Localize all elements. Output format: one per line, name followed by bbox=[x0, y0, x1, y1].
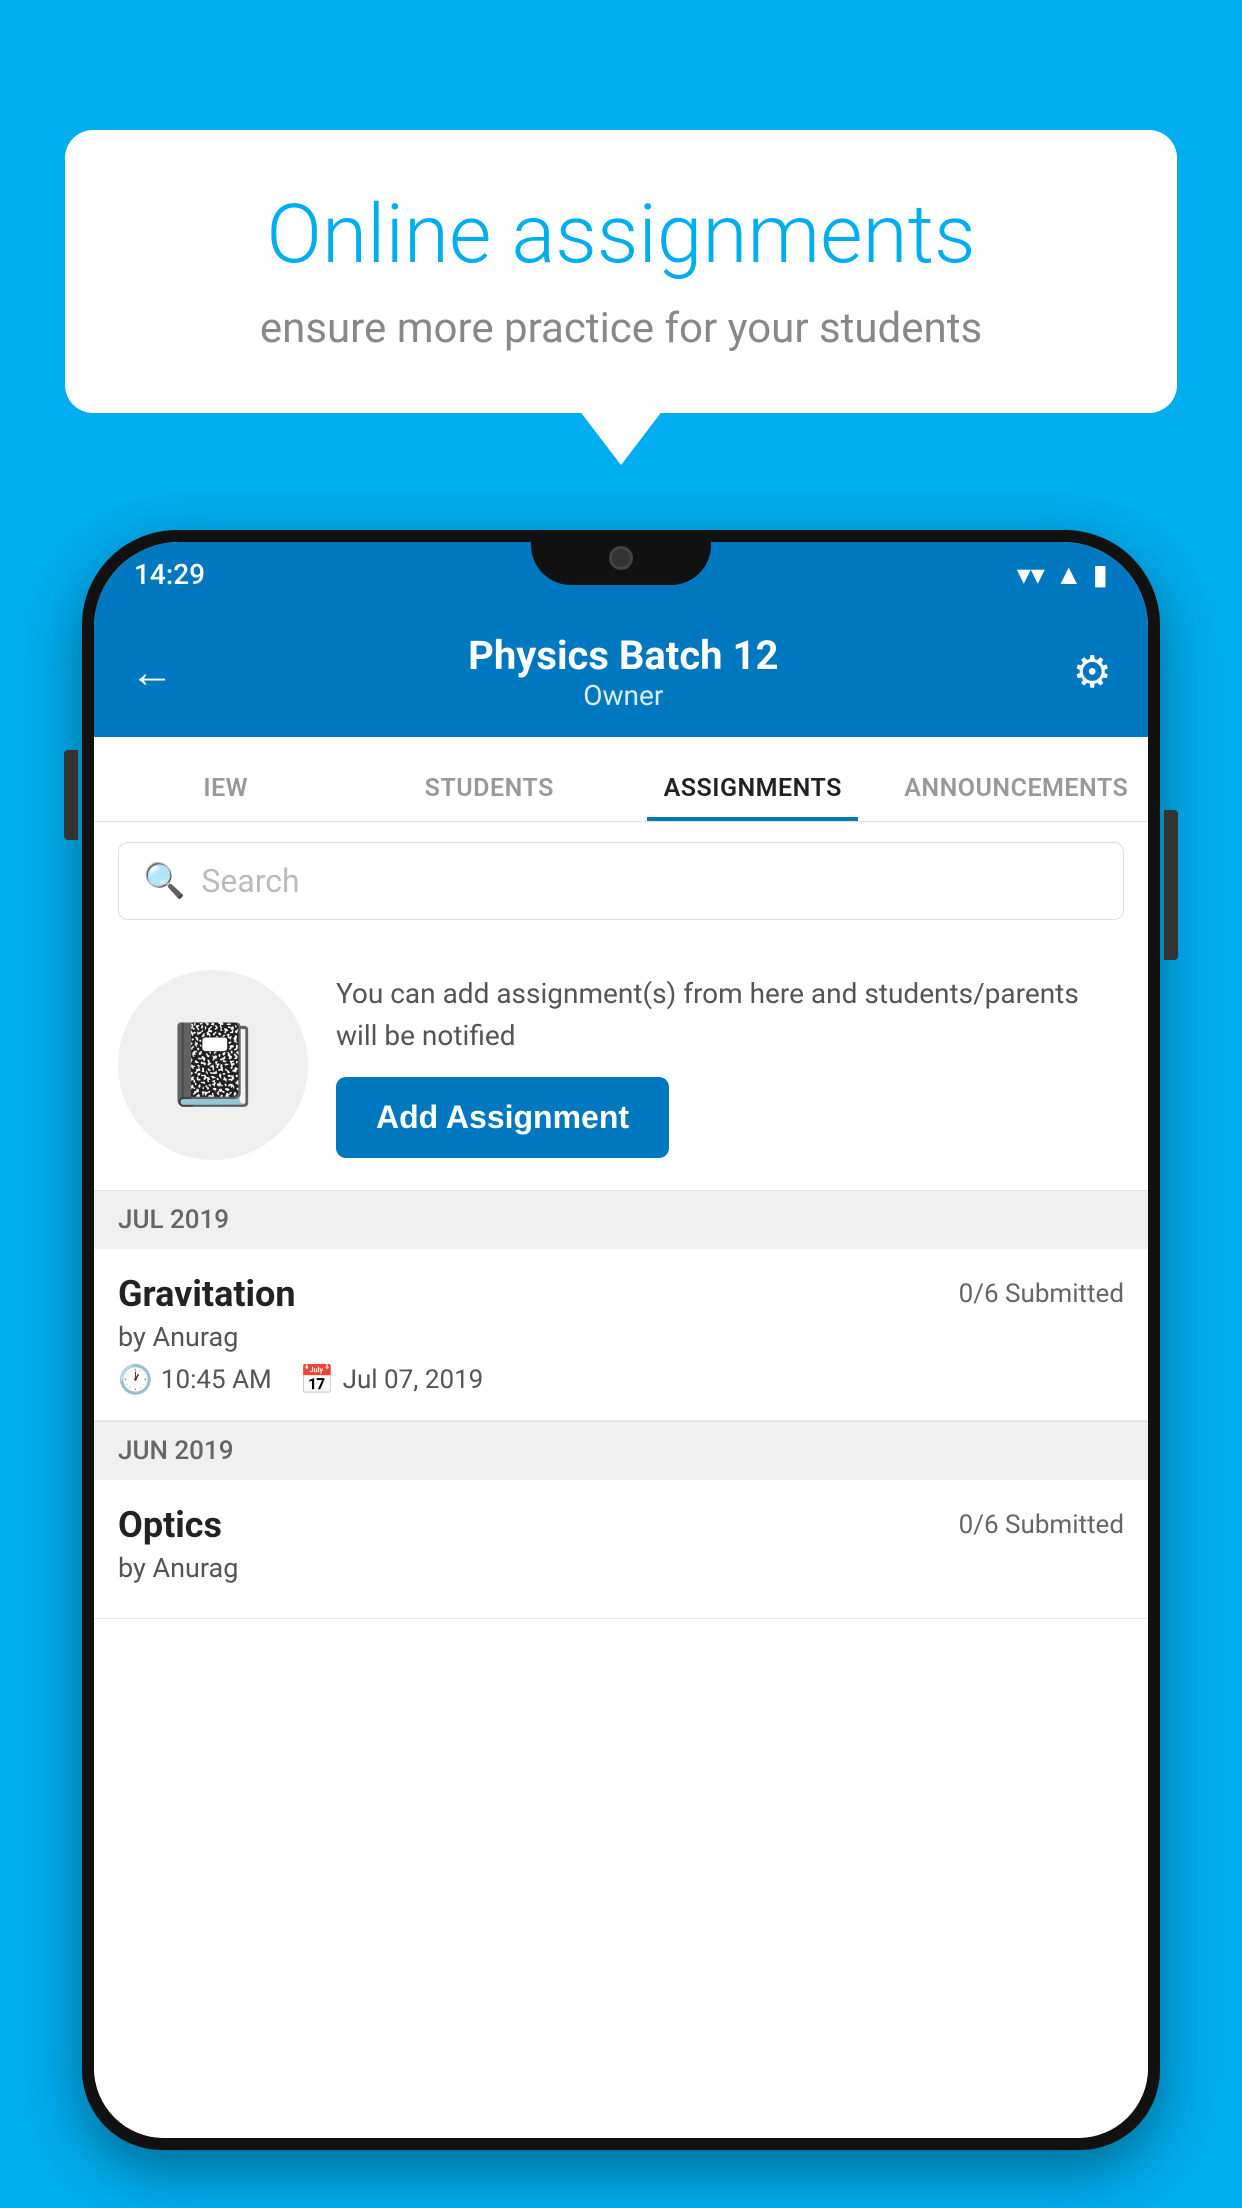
back-button[interactable]: ← bbox=[130, 646, 174, 698]
assignment-time: 🕐 10:45 AM bbox=[118, 1363, 272, 1396]
notebook-icon: 📓 bbox=[163, 1018, 263, 1112]
notch bbox=[531, 530, 711, 585]
search-bar[interactable]: 🔍 Search bbox=[118, 842, 1124, 920]
assignment-promo: 📓 You can add assignment(s) from here an… bbox=[94, 940, 1148, 1190]
assignment-name: Gravitation bbox=[118, 1273, 296, 1315]
phone-frame: 14:29 ▾▾ ▲ ▮ ← Physics Batch 12 Owner ⚙ bbox=[82, 530, 1160, 2150]
assignment-item-optics[interactable]: Optics 0/6 Submitted by Anurag bbox=[94, 1480, 1148, 1619]
tab-students[interactable]: STUDENTS bbox=[358, 774, 622, 821]
speech-bubble: Online assignments ensure more practice … bbox=[65, 130, 1177, 413]
promo-description: You can add assignment(s) from here and … bbox=[336, 973, 1124, 1057]
header-title-container: Physics Batch 12 Owner bbox=[174, 632, 1073, 712]
speech-bubble-subtitle: ensure more practice for your students bbox=[135, 304, 1107, 353]
search-placeholder: Search bbox=[201, 862, 299, 900]
assignment-row1: Gravitation 0/6 Submitted bbox=[118, 1273, 1124, 1315]
assignment-by: by Anurag bbox=[118, 1321, 1124, 1353]
assignment-item-gravitation[interactable]: Gravitation 0/6 Submitted by Anurag 🕐 10… bbox=[94, 1249, 1148, 1421]
phone-screen: 14:29 ▾▾ ▲ ▮ ← Physics Batch 12 Owner ⚙ bbox=[94, 542, 1148, 2138]
assignment-submitted-optics: 0/6 Submitted bbox=[959, 1510, 1124, 1540]
assignment-by-optics: by Anurag bbox=[118, 1552, 1124, 1584]
promo-text-container: You can add assignment(s) from here and … bbox=[336, 973, 1124, 1158]
search-container: 🔍 Search bbox=[94, 822, 1148, 940]
signal-icon: ▲ bbox=[1055, 558, 1083, 591]
assignment-meta: 🕐 10:45 AM 📅 Jul 07, 2019 bbox=[118, 1363, 1124, 1396]
promo-icon-circle: 📓 bbox=[118, 970, 308, 1160]
tab-announcements[interactable]: ANNOUNCEMENTS bbox=[885, 774, 1149, 821]
app-header: ← Physics Batch 12 Owner ⚙ bbox=[94, 607, 1148, 737]
content-area: 🔍 Search 📓 You can add assignment(s) fro… bbox=[94, 822, 1148, 2138]
tab-iew[interactable]: IEW bbox=[94, 774, 358, 821]
assignment-row1-optics: Optics 0/6 Submitted bbox=[118, 1504, 1124, 1546]
status-icons: ▾▾ ▲ ▮ bbox=[1017, 558, 1108, 591]
section-header-jun: JUN 2019 bbox=[94, 1421, 1148, 1480]
section-header-jul: JUL 2019 bbox=[94, 1190, 1148, 1249]
search-icon: 🔍 bbox=[143, 861, 185, 901]
clock-icon: 🕐 bbox=[118, 1363, 153, 1396]
assignment-name-optics: Optics bbox=[118, 1504, 222, 1546]
assignment-submitted: 0/6 Submitted bbox=[959, 1279, 1124, 1309]
owner-label: Owner bbox=[174, 679, 1073, 712]
camera bbox=[609, 546, 633, 570]
calendar-icon: 📅 bbox=[300, 1363, 335, 1396]
phone-container: 14:29 ▾▾ ▲ ▮ ← Physics Batch 12 Owner ⚙ bbox=[82, 530, 1160, 2208]
tabs-bar: IEW STUDENTS ASSIGNMENTS ANNOUNCEMENTS bbox=[94, 737, 1148, 822]
battery-icon: ▮ bbox=[1093, 558, 1108, 591]
status-time: 14:29 bbox=[134, 558, 205, 591]
speech-bubble-title: Online assignments bbox=[135, 190, 1107, 280]
tab-assignments[interactable]: ASSIGNMENTS bbox=[621, 774, 885, 821]
batch-title: Physics Batch 12 bbox=[174, 632, 1073, 679]
assignment-date: 📅 Jul 07, 2019 bbox=[300, 1363, 484, 1396]
settings-icon[interactable]: ⚙ bbox=[1073, 646, 1112, 698]
add-assignment-button[interactable]: Add Assignment bbox=[336, 1077, 669, 1158]
wifi-icon: ▾▾ bbox=[1017, 558, 1045, 591]
speech-bubble-container: Online assignments ensure more practice … bbox=[65, 130, 1177, 413]
